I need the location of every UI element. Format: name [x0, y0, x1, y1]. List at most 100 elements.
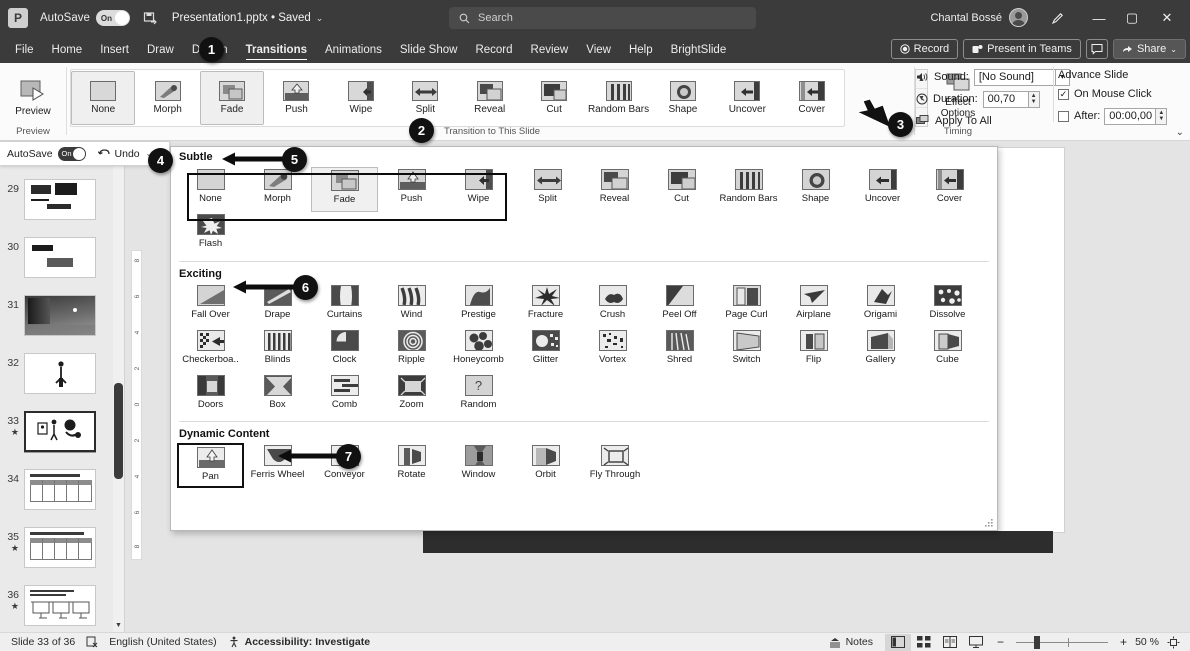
resize-grip-icon[interactable]: [985, 519, 994, 528]
dropdown-item-pan[interactable]: Pan: [177, 443, 244, 488]
transition-gallery-item-fade[interactable]: Fade: [199, 71, 265, 125]
after-input[interactable]: 00:00,00: [1104, 107, 1157, 125]
duration-input[interactable]: 00,70: [982, 90, 1029, 108]
dropdown-item-origami[interactable]: Origami: [847, 283, 914, 328]
share-button[interactable]: Share ⌄: [1112, 39, 1186, 59]
tab-help[interactable]: Help: [620, 36, 662, 63]
undo-label[interactable]: Undo: [115, 148, 140, 160]
slideshow-icon[interactable]: [963, 634, 989, 651]
dropdown-item-blinds[interactable]: Blinds: [244, 328, 311, 373]
slide-thumbnail-row[interactable]: 29: [0, 179, 114, 220]
tab-animations[interactable]: Animations: [316, 36, 391, 63]
share-chevron-down-icon[interactable]: ⌄: [1170, 45, 1177, 54]
zoom-slider[interactable]: [1016, 635, 1109, 649]
tab-home[interactable]: Home: [43, 36, 92, 63]
slide-thumbnail-31[interactable]: [24, 295, 96, 336]
slide-thumbnail-row[interactable]: 35 ★: [0, 527, 114, 568]
account-area[interactable]: Chantal Bossé: [930, 8, 1028, 27]
transition-gallery-item-uncover[interactable]: Uncover: [715, 71, 779, 125]
close-button[interactable]: ✕: [1152, 7, 1182, 29]
dropdown-item-gallery[interactable]: Gallery: [847, 328, 914, 373]
dropdown-item-wipe[interactable]: Wipe: [445, 167, 512, 212]
slide-thumbnail-row[interactable]: 33 ★: [0, 411, 114, 452]
dropdown-item-rotate[interactable]: Rotate: [378, 443, 445, 488]
slide-thumbnail-30[interactable]: [24, 237, 96, 278]
dropdown-item-zoom[interactable]: Zoom: [378, 373, 445, 418]
fit-to-window-icon[interactable]: [1167, 636, 1180, 649]
notes-button[interactable]: Notes: [829, 636, 873, 648]
slide-thumbnail-pane[interactable]: 29 30 31 32 33 ★ 34 35 ★ 36 ★: [0, 141, 125, 632]
dropdown-item-orbit[interactable]: Orbit: [512, 443, 579, 488]
tab-insert[interactable]: Insert: [91, 36, 138, 63]
slide-sorter-icon[interactable]: [911, 634, 937, 651]
tab-file[interactable]: File: [6, 36, 43, 63]
dropdown-item-fly-through[interactable]: Fly Through: [579, 443, 651, 488]
dropdown-item-prestige[interactable]: Prestige: [445, 283, 512, 328]
dropdown-item-dissolve[interactable]: Dissolve: [914, 283, 981, 328]
zoom-slider-thumb[interactable]: [1034, 635, 1041, 649]
on-mouse-click-checkbox[interactable]: ✓: [1058, 88, 1069, 100]
save-icon[interactable]: [142, 9, 160, 27]
dropdown-item-shred[interactable]: Shred: [646, 328, 713, 373]
tab-review[interactable]: Review: [522, 36, 578, 63]
slide-thumbnail-33[interactable]: [24, 411, 96, 452]
transition-gallery-item-push[interactable]: Push: [264, 71, 328, 125]
thumbnail-scrollbar[interactable]: ▲ ▼: [113, 141, 124, 632]
zoom-out-button[interactable]: −: [997, 635, 1004, 649]
accessibility-check-icon[interactable]: [86, 636, 98, 648]
dropdown-item-peel-off[interactable]: Peel Off: [646, 283, 713, 328]
zoom-level[interactable]: 50 %: [1135, 636, 1159, 648]
dropdown-item-clock[interactable]: Clock: [311, 328, 378, 373]
dropdown-item-window[interactable]: Window: [445, 443, 512, 488]
slide-thumbnail-34[interactable]: [24, 469, 96, 510]
avatar[interactable]: [1009, 8, 1028, 27]
slide-thumbnail-row[interactable]: 32: [0, 353, 114, 394]
record-button[interactable]: Record: [890, 39, 959, 59]
dropdown-item-cube[interactable]: Cube: [914, 328, 981, 373]
after-stepper[interactable]: ▲ ▼: [1156, 107, 1168, 125]
slide-thumbnail-row[interactable]: 31: [0, 295, 114, 336]
dropdown-item-flip[interactable]: Flip: [780, 328, 847, 373]
minimize-button[interactable]: —: [1084, 7, 1114, 29]
comments-button[interactable]: [1085, 39, 1108, 59]
normal-view-icon[interactable]: [885, 633, 912, 651]
dropdown-item-cover[interactable]: Cover: [916, 167, 983, 212]
dropdown-item-curtains[interactable]: Curtains: [311, 283, 378, 328]
transition-gallery-item-split[interactable]: Split: [393, 71, 457, 125]
tab-transitions[interactable]: Transitions: [237, 36, 316, 63]
sound-select-value[interactable]: [No Sound]: [973, 68, 1056, 86]
document-chevron-down-icon[interactable]: ⌄: [316, 13, 324, 24]
transition-gallery-item-none[interactable]: None: [71, 71, 136, 125]
transition-gallery-item-wipe[interactable]: Wipe: [329, 71, 393, 125]
scrollbar-thumb[interactable]: [114, 383, 123, 479]
search-box[interactable]: Search: [449, 7, 756, 29]
slide-thumbnail-35[interactable]: [24, 527, 96, 568]
autosave-toggle[interactable]: On: [95, 10, 130, 26]
transition-gallery-item-reveal[interactable]: Reveal: [458, 71, 522, 125]
reading-view-icon[interactable]: [937, 634, 963, 651]
dropdown-item-crush[interactable]: Crush: [579, 283, 646, 328]
slide-thumbnail-36[interactable]: [24, 585, 96, 626]
transition-gallery-strip[interactable]: None Morph Fade Push Wipe Split Reveal C…: [70, 69, 845, 127]
dropdown-item-airplane[interactable]: Airplane: [780, 283, 847, 328]
present-in-teams-button[interactable]: Present in Teams: [963, 39, 1081, 59]
dropdown-item-glitter[interactable]: Glitter: [512, 328, 579, 373]
transition-gallery-item-morph[interactable]: Morph: [135, 71, 199, 125]
dropdown-item-none[interactable]: None: [177, 167, 244, 212]
accessibility-status[interactable]: Accessibility: Investigate: [228, 636, 370, 648]
transition-gallery-item-cut[interactable]: Cut: [522, 71, 586, 125]
tab-brightslide[interactable]: BrightSlide: [662, 36, 736, 63]
preview-button[interactable]: Preview: [4, 67, 62, 129]
dropdown-item-reveal[interactable]: Reveal: [581, 167, 648, 212]
transition-gallery-item-shape[interactable]: Shape: [651, 71, 715, 125]
dropdown-item-box[interactable]: Box: [244, 373, 311, 418]
dropdown-item-wind[interactable]: Wind: [378, 283, 445, 328]
pen-icon[interactable]: [1042, 7, 1072, 29]
dropdown-item-vortex[interactable]: Vortex: [579, 328, 646, 373]
dropdown-item-honeycomb[interactable]: Honeycomb: [445, 328, 512, 373]
dropdown-item-random[interactable]: ? Random: [445, 373, 512, 418]
language-indicator[interactable]: English (United States): [109, 636, 216, 648]
dropdown-item-switch[interactable]: Switch: [713, 328, 780, 373]
slide-counter[interactable]: Slide 33 of 36: [11, 636, 75, 648]
dropdown-item-morph[interactable]: Morph: [244, 167, 311, 212]
